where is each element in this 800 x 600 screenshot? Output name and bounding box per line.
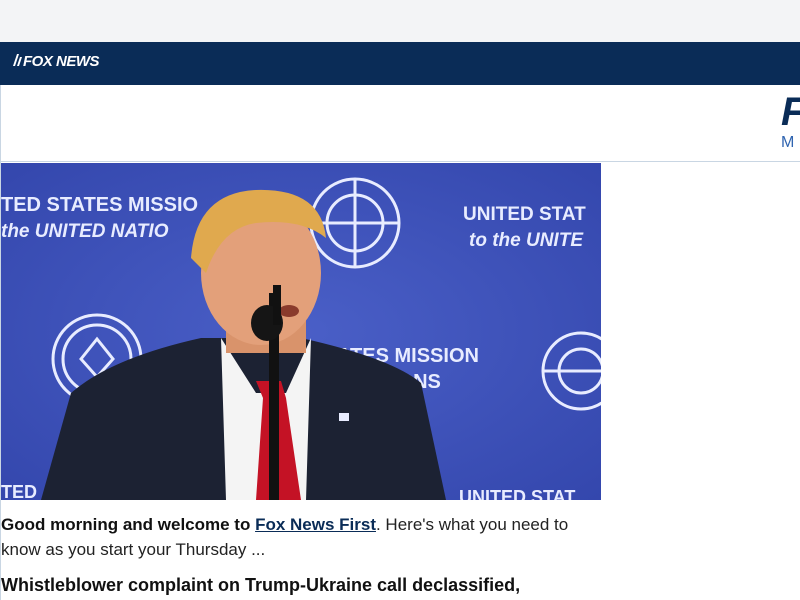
intro-bold-text: Good morning and welcome to [1, 515, 256, 534]
backdrop-text: TED [1, 482, 37, 500]
article-headline: Whistleblower complaint on Trump-Ukraine… [1, 575, 521, 595]
brand-menu-label[interactable]: M [781, 134, 794, 152]
article-intro: Good morning and welcome to Fox News Fir… [1, 512, 601, 562]
logo-mark-icon [12, 53, 22, 70]
backdrop-text: TED STATES MISSIO [1, 194, 198, 216]
brand-letter: F [781, 92, 800, 132]
backdrop-text: UNITED STAT [463, 204, 586, 225]
top-gap [0, 0, 800, 42]
hero-image: TED STATES MISSIO the UNITED NATIO UNITE… [1, 163, 601, 500]
top-navbar: FOX NEWS [0, 42, 800, 85]
backdrop-text: the UNITED NATIO [1, 221, 169, 242]
backdrop-text: UNITED STAT [459, 487, 575, 500]
masthead-bar [0, 85, 800, 162]
logo-text: FOX NEWS [23, 53, 100, 70]
backdrop-text: to the UNITE [469, 230, 584, 251]
fox-news-logo[interactable]: FOX NEWS [12, 53, 100, 70]
fox-news-first-link[interactable]: Fox News First [255, 515, 376, 534]
un-emblem-icon [309, 177, 401, 269]
